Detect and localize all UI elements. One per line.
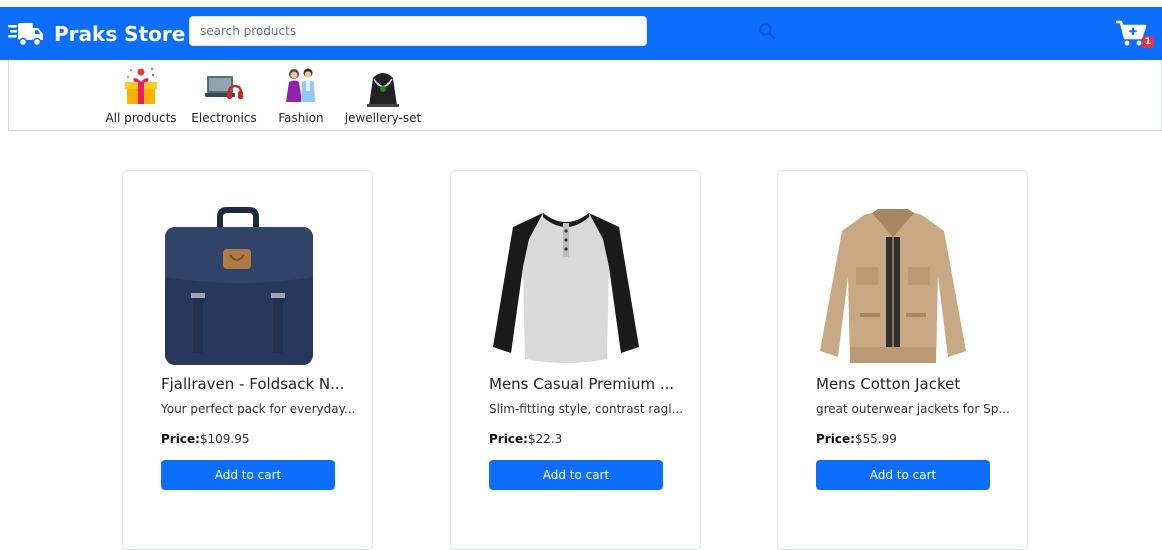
cotton-jacket-image	[820, 209, 966, 363]
add-to-cart-button[interactable]: Add to cart	[161, 460, 335, 490]
category-bar: All products Electronics Fashion jewelle…	[8, 60, 1162, 131]
search-bar	[189, 16, 776, 46]
product-title[interactable]: Mens Casual Premium ...	[489, 375, 674, 393]
category-all-products[interactable]: All products	[105, 60, 177, 130]
search-input[interactable]	[200, 17, 560, 45]
category-label: All products	[105, 111, 177, 125]
price-value: $55.99	[854, 432, 897, 446]
gift-box-icon	[125, 68, 157, 104]
laptop-headphones-icon	[205, 76, 243, 99]
product-card: Mens Casual Premium ... Slim-fitting sty…	[450, 170, 701, 550]
product-card: Mens Cotton Jacket great outerwear jacke…	[777, 170, 1028, 550]
product-price: Price:$22.3	[489, 432, 562, 446]
product-title[interactable]: Mens Cotton Jacket	[816, 375, 960, 393]
navbar: Praks Store 1	[0, 7, 1162, 60]
raglan-tshirt-image	[493, 213, 639, 363]
brand-name: Praks Store	[54, 21, 186, 46]
product-card: Fjallraven - Foldsack N... Your perfect …	[122, 170, 373, 550]
fashion-couple-icon	[286, 68, 315, 102]
price-value: $109.95	[199, 432, 250, 446]
price-label: Price:	[816, 432, 855, 446]
product-price: Price:$109.95	[161, 432, 250, 446]
delivery-truck-icon	[8, 22, 43, 46]
add-to-cart-button[interactable]: Add to cart	[489, 460, 663, 490]
product-description: Slim-fitting style, contrast ragl...	[489, 402, 684, 416]
category-electronics[interactable]: Electronics	[189, 60, 259, 130]
category-label: Fashion	[278, 111, 324, 125]
category-fashion[interactable]: Fashion	[273, 60, 329, 130]
cart-count-badge: 1	[1142, 36, 1154, 48]
product-price: Price:$55.99	[816, 432, 897, 446]
category-label: jewellery-set	[344, 111, 422, 125]
cart-button[interactable]: 1	[1114, 18, 1154, 52]
category-jewellery-set[interactable]: jewellery-set	[343, 60, 423, 130]
add-to-cart-button[interactable]: Add to cart	[816, 460, 990, 490]
backpack-image	[165, 207, 313, 365]
category-label: Electronics	[191, 111, 257, 125]
price-label: Price:	[161, 432, 200, 446]
product-description: great outerwear jackets for Sp...	[816, 402, 1010, 416]
search-icon[interactable]	[758, 22, 776, 40]
brand[interactable]: Praks Store	[8, 7, 185, 60]
product-description: Your perfect pack for everyday...	[161, 402, 356, 416]
price-label: Price:	[489, 432, 528, 446]
price-value: $22.3	[527, 432, 563, 446]
necklace-icon	[367, 73, 399, 107]
product-title[interactable]: Fjallraven - Foldsack N...	[161, 375, 344, 393]
